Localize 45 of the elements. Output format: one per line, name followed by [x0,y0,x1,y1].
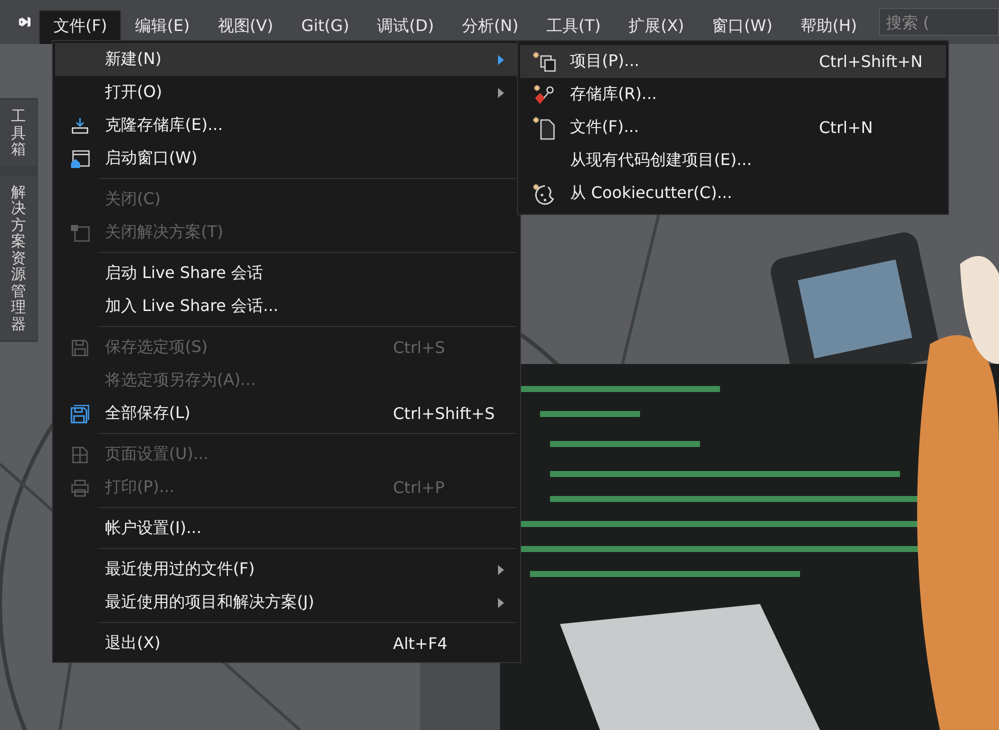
menu-bar-item[interactable]: 文件(F) [39,10,122,44]
new-file-icon [533,116,557,140]
menu-item[interactable]: 项目(P)... Ctrl+Shift+N [520,45,946,78]
menu-bar-item[interactable]: 扩展(X) [614,10,698,44]
page-layout-icon [71,446,89,464]
save-all-icon [70,404,90,424]
menu-item[interactable]: 加入 Live Share 会话... [55,290,518,323]
menu-bar-item[interactable]: 分析(N) [448,10,532,44]
menu-item[interactable]: 存储库(R)... [520,78,946,111]
menu-item[interactable]: 退出(X) Alt+F4 [55,627,518,660]
menu-item[interactable]: 全部保存(L) Ctrl+Shift+S [55,397,518,430]
new-project-icon [533,50,557,72]
menu-item[interactable]: 文件(F)... Ctrl+N [520,111,946,144]
menu-bar-item[interactable]: 视图(V) [204,10,288,44]
shortcut-text: Ctrl+Shift+N [819,52,924,71]
menu-item[interactable]: 最近使用的项目和解决方案(J) [55,586,518,619]
menu-bar-item[interactable]: 工具(T) [532,10,615,44]
save-icon [71,338,89,356]
printer-icon [70,478,90,496]
menu-bar-item[interactable]: 编辑(E) [121,10,204,44]
menu-item[interactable]: 打开(O) [55,76,518,109]
menu-item[interactable]: 帐户设置(I)... [55,512,518,545]
download-icon [71,116,89,134]
shortcut-text: Ctrl+Shift+S [393,404,496,423]
search-field[interactable]: 搜索 ( [879,8,999,36]
side-tab[interactable]: 工具箱 [0,100,37,166]
menu-item[interactable]: 从 Cookiecutter(C)... [520,177,946,210]
palette-icon [533,182,557,204]
shortcut-text: Ctrl+P [393,478,446,497]
menu-item[interactable]: 从现有代码创建项目(E)... [520,144,946,177]
shortcut-text: Ctrl+S [393,338,446,357]
menu-item[interactable]: 启动 Live Share 会话 [55,257,518,290]
shortcut-text: Alt+F4 [393,634,448,653]
menu-item[interactable]: 最近使用过的文件(F) [55,553,518,586]
menu-item[interactable]: 启动窗口(W) [55,142,518,175]
home-window-icon [70,148,90,168]
shortcut-text: Ctrl+N [819,118,874,137]
close-window-icon [70,224,90,242]
menu-item[interactable]: 新建(N) [55,43,518,76]
menu-item[interactable]: 克隆存储库(E)... [55,109,518,142]
menu-bar-item[interactable]: 调试(D) [363,10,448,44]
menu-bar-item[interactable]: Git(G) [287,10,364,44]
menu-bar-item[interactable]: 窗口(W) [698,10,786,44]
menu-bar-item[interactable]: 帮助(H) [786,10,871,44]
side-tab[interactable]: 解决方案资源管理器 [0,176,37,340]
